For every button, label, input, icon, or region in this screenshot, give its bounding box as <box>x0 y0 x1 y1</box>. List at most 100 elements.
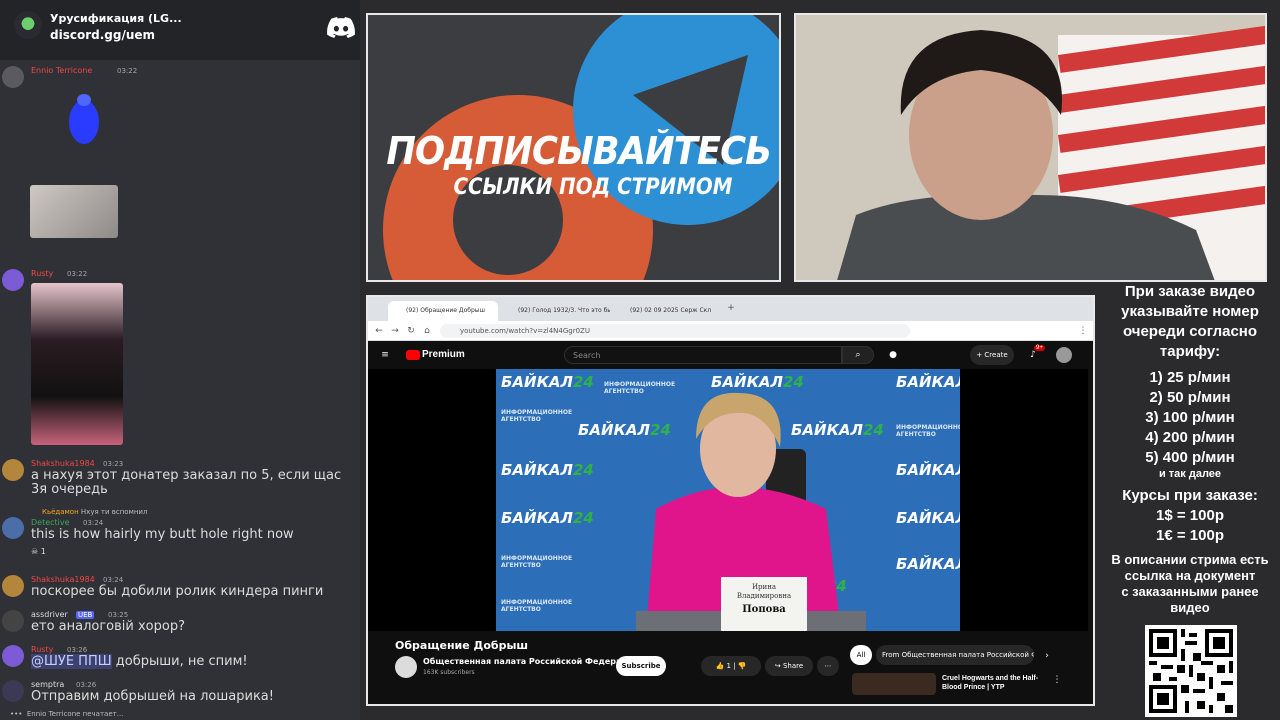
browser-toolbar: ← → ↻ ⌂ youtube.com/watch?v=zl4N4Ggr0ZU … <box>368 321 1093 341</box>
message-author: Ennio Terricone <box>31 66 93 75</box>
tariff-item: 2) 50 р/мин <box>1149 389 1231 406</box>
info-intro: очереди согласно <box>1122 323 1258 340</box>
reaction[interactable]: ☠ 1 <box>31 545 46 559</box>
message-text: ето аналоговій хорор? <box>31 619 185 634</box>
avatar <box>2 575 24 597</box>
message-author: Rusty <box>31 269 54 278</box>
tariff-etc: и так далее <box>1158 468 1222 480</box>
back-icon[interactable]: ← <box>374 326 384 336</box>
address-bar[interactable]: youtube.com/watch?v=zl4N4Ggr0ZU <box>440 324 910 338</box>
webcam-feed <box>796 15 1265 280</box>
search-icon: ⌕ <box>855 350 861 360</box>
message-author: Shakshuka1984 <box>31 459 95 468</box>
youtube-logo-icon[interactable] <box>406 350 420 360</box>
typing-text: Ennio Terricone печатает... <box>26 710 124 718</box>
rates-title: Курсы при заказе: <box>1122 487 1258 504</box>
search-input[interactable]: Search <box>564 346 842 364</box>
avatar <box>2 610 24 632</box>
premium-label[interactable]: Premium <box>422 349 465 360</box>
subscriber-count: 163K subscribers <box>423 669 475 676</box>
message-time: 03:24 <box>83 519 104 527</box>
stream-overlay: Урусификация (LG... discord.gg/uem Ennio… <box>0 0 1280 720</box>
mention[interactable]: @ШУЕ ППШ <box>31 654 112 669</box>
tariff-item: 3) 100 р/мин <box>1145 409 1235 426</box>
message-text: this is how hairly my butt hole right no… <box>31 527 294 542</box>
message-author: Rusty <box>31 645 54 654</box>
subscribe-button[interactable]: Subscribe <box>616 656 666 676</box>
bell-icon[interactable]: ♪ <box>1028 350 1038 360</box>
reload-icon[interactable]: ↻ <box>406 326 416 336</box>
channel-avatar[interactable] <box>395 656 417 678</box>
message-author: Detective <box>31 518 70 527</box>
order-info-panel: При заказе видео указывайте номер очеред… <box>1100 282 1280 616</box>
message-time: 03:26 <box>67 646 88 654</box>
browser-tab[interactable]: (92) Обращение Добрыш <box>388 301 498 321</box>
create-button[interactable]: + Create <box>970 345 1014 365</box>
chip-all[interactable]: All <box>850 645 872 665</box>
tariff-item: 1) 25 р/мин <box>1149 369 1231 386</box>
description-note: ссылка на документ <box>1124 568 1256 583</box>
info-intro: тарифу: <box>1159 343 1221 360</box>
message-text: а нахуя этот донатер заказал по 5, если … <box>31 468 342 497</box>
reply-text: Нхуя ти вспомнил <box>80 508 148 516</box>
promo-subtitle: ССЫЛКИ ПОД СТРИМОМ <box>453 175 733 200</box>
message-author: assdriver <box>31 610 68 619</box>
browser-tab-bar: (92) Обращение Добрыш (92) Голод 1932/3.… <box>368 297 1093 321</box>
more-icon[interactable]: ⋮ <box>1052 675 1062 685</box>
qr-code-icon[interactable] <box>1145 625 1237 717</box>
create-label: Create <box>984 351 1008 359</box>
reply-author: Кьёдамон <box>42 508 79 516</box>
message-time: 03:23 <box>103 460 124 468</box>
promo-panel: ПОДПИСЫВАЙТЕСЬ ССЫЛКИ ПОД СТРИМОМ <box>366 13 781 282</box>
more-actions-button[interactable]: ⋯ <box>817 656 839 676</box>
rate-item: 1€ = 100р <box>1156 527 1224 544</box>
avatar <box>2 66 24 88</box>
message-text: поскорее бы добили ролик киндера пинги <box>31 584 324 599</box>
share-label: Share <box>782 662 804 670</box>
message-author: Shakshuka1984 <box>31 575 95 584</box>
message-text: @ШУЕ ППШ добрыши, не спим! <box>31 654 351 669</box>
nameplate-middle: Владимировна <box>736 592 792 600</box>
avatar <box>2 269 24 291</box>
forward-icon[interactable]: → <box>390 326 400 336</box>
info-intro: указывайте номер <box>1121 303 1259 320</box>
avatar <box>2 680 24 702</box>
like-dislike-button[interactable]: 👍 1 | 👎 <box>701 656 761 676</box>
promo-title: ПОДПИСЫВАЙТЕСЬ <box>386 129 772 173</box>
avatar <box>2 459 24 481</box>
recommended-title[interactable]: Cruel Hogwarts and the Half- Blood Prince… <box>942 674 1038 692</box>
server-invite-link[interactable]: discord.gg/uem <box>50 28 155 42</box>
share-button[interactable]: ↪ Share <box>765 656 813 676</box>
avatar[interactable] <box>1056 347 1072 363</box>
message-time: 03:25 <box>108 611 129 619</box>
description-note: с заказанными ранее <box>1121 584 1259 599</box>
mic-icon[interactable]: ● <box>888 350 898 360</box>
hamburger-icon[interactable]: ≡ <box>380 350 390 360</box>
browser-tab[interactable]: (92) Голод 1932/3. Что это бы <box>500 301 610 321</box>
channel-name[interactable]: Общественная палата Российской Федерации <box>423 657 639 666</box>
reply-preview: Кьёдамон Нхуя ти вспомнил <box>42 505 147 519</box>
chevron-right-icon[interactable]: › <box>1042 651 1052 661</box>
attachment-image[interactable] <box>31 283 123 445</box>
search-button[interactable]: ⌕ <box>842 346 874 364</box>
server-name: Урусификация (LG... <box>50 12 182 25</box>
webcam-panel <box>794 13 1267 282</box>
recommended-thumbnail[interactable] <box>852 673 936 695</box>
beetle-sticker-image <box>69 94 99 144</box>
new-tab-icon[interactable]: + <box>726 303 736 313</box>
message-time: 03:22 <box>117 67 138 75</box>
message-time: 03:22 <box>67 270 88 278</box>
tariff-item: 4) 200 р/мин <box>1145 429 1235 446</box>
avatar <box>2 517 24 539</box>
notification-badge: 9+ <box>1034 345 1045 351</box>
rate-item: 1$ = 100р <box>1156 507 1224 524</box>
home-icon[interactable]: ⌂ <box>422 326 432 336</box>
browser-tab[interactable]: (92) 02 09 2025 Серж Скл <box>612 301 722 321</box>
attachment-image[interactable] <box>30 185 118 238</box>
youtube-header: ≡ Premium Search ⌕ ● + Create ♪ 9+ <box>368 341 1093 369</box>
discord-chat-panel: Урусификация (LG... discord.gg/uem Ennio… <box>0 0 360 720</box>
discord-icon <box>327 17 355 38</box>
chip-from-channel[interactable]: From Общественная палата Российской Фе <box>876 645 1034 665</box>
video-player[interactable]: БАЙКАЛ24 ИНФОРМАЦИОННОЕ АГЕНТСТВО БАЙКАЛ2… <box>368 369 1088 631</box>
menu-icon[interactable]: ⋮ <box>1078 326 1088 336</box>
